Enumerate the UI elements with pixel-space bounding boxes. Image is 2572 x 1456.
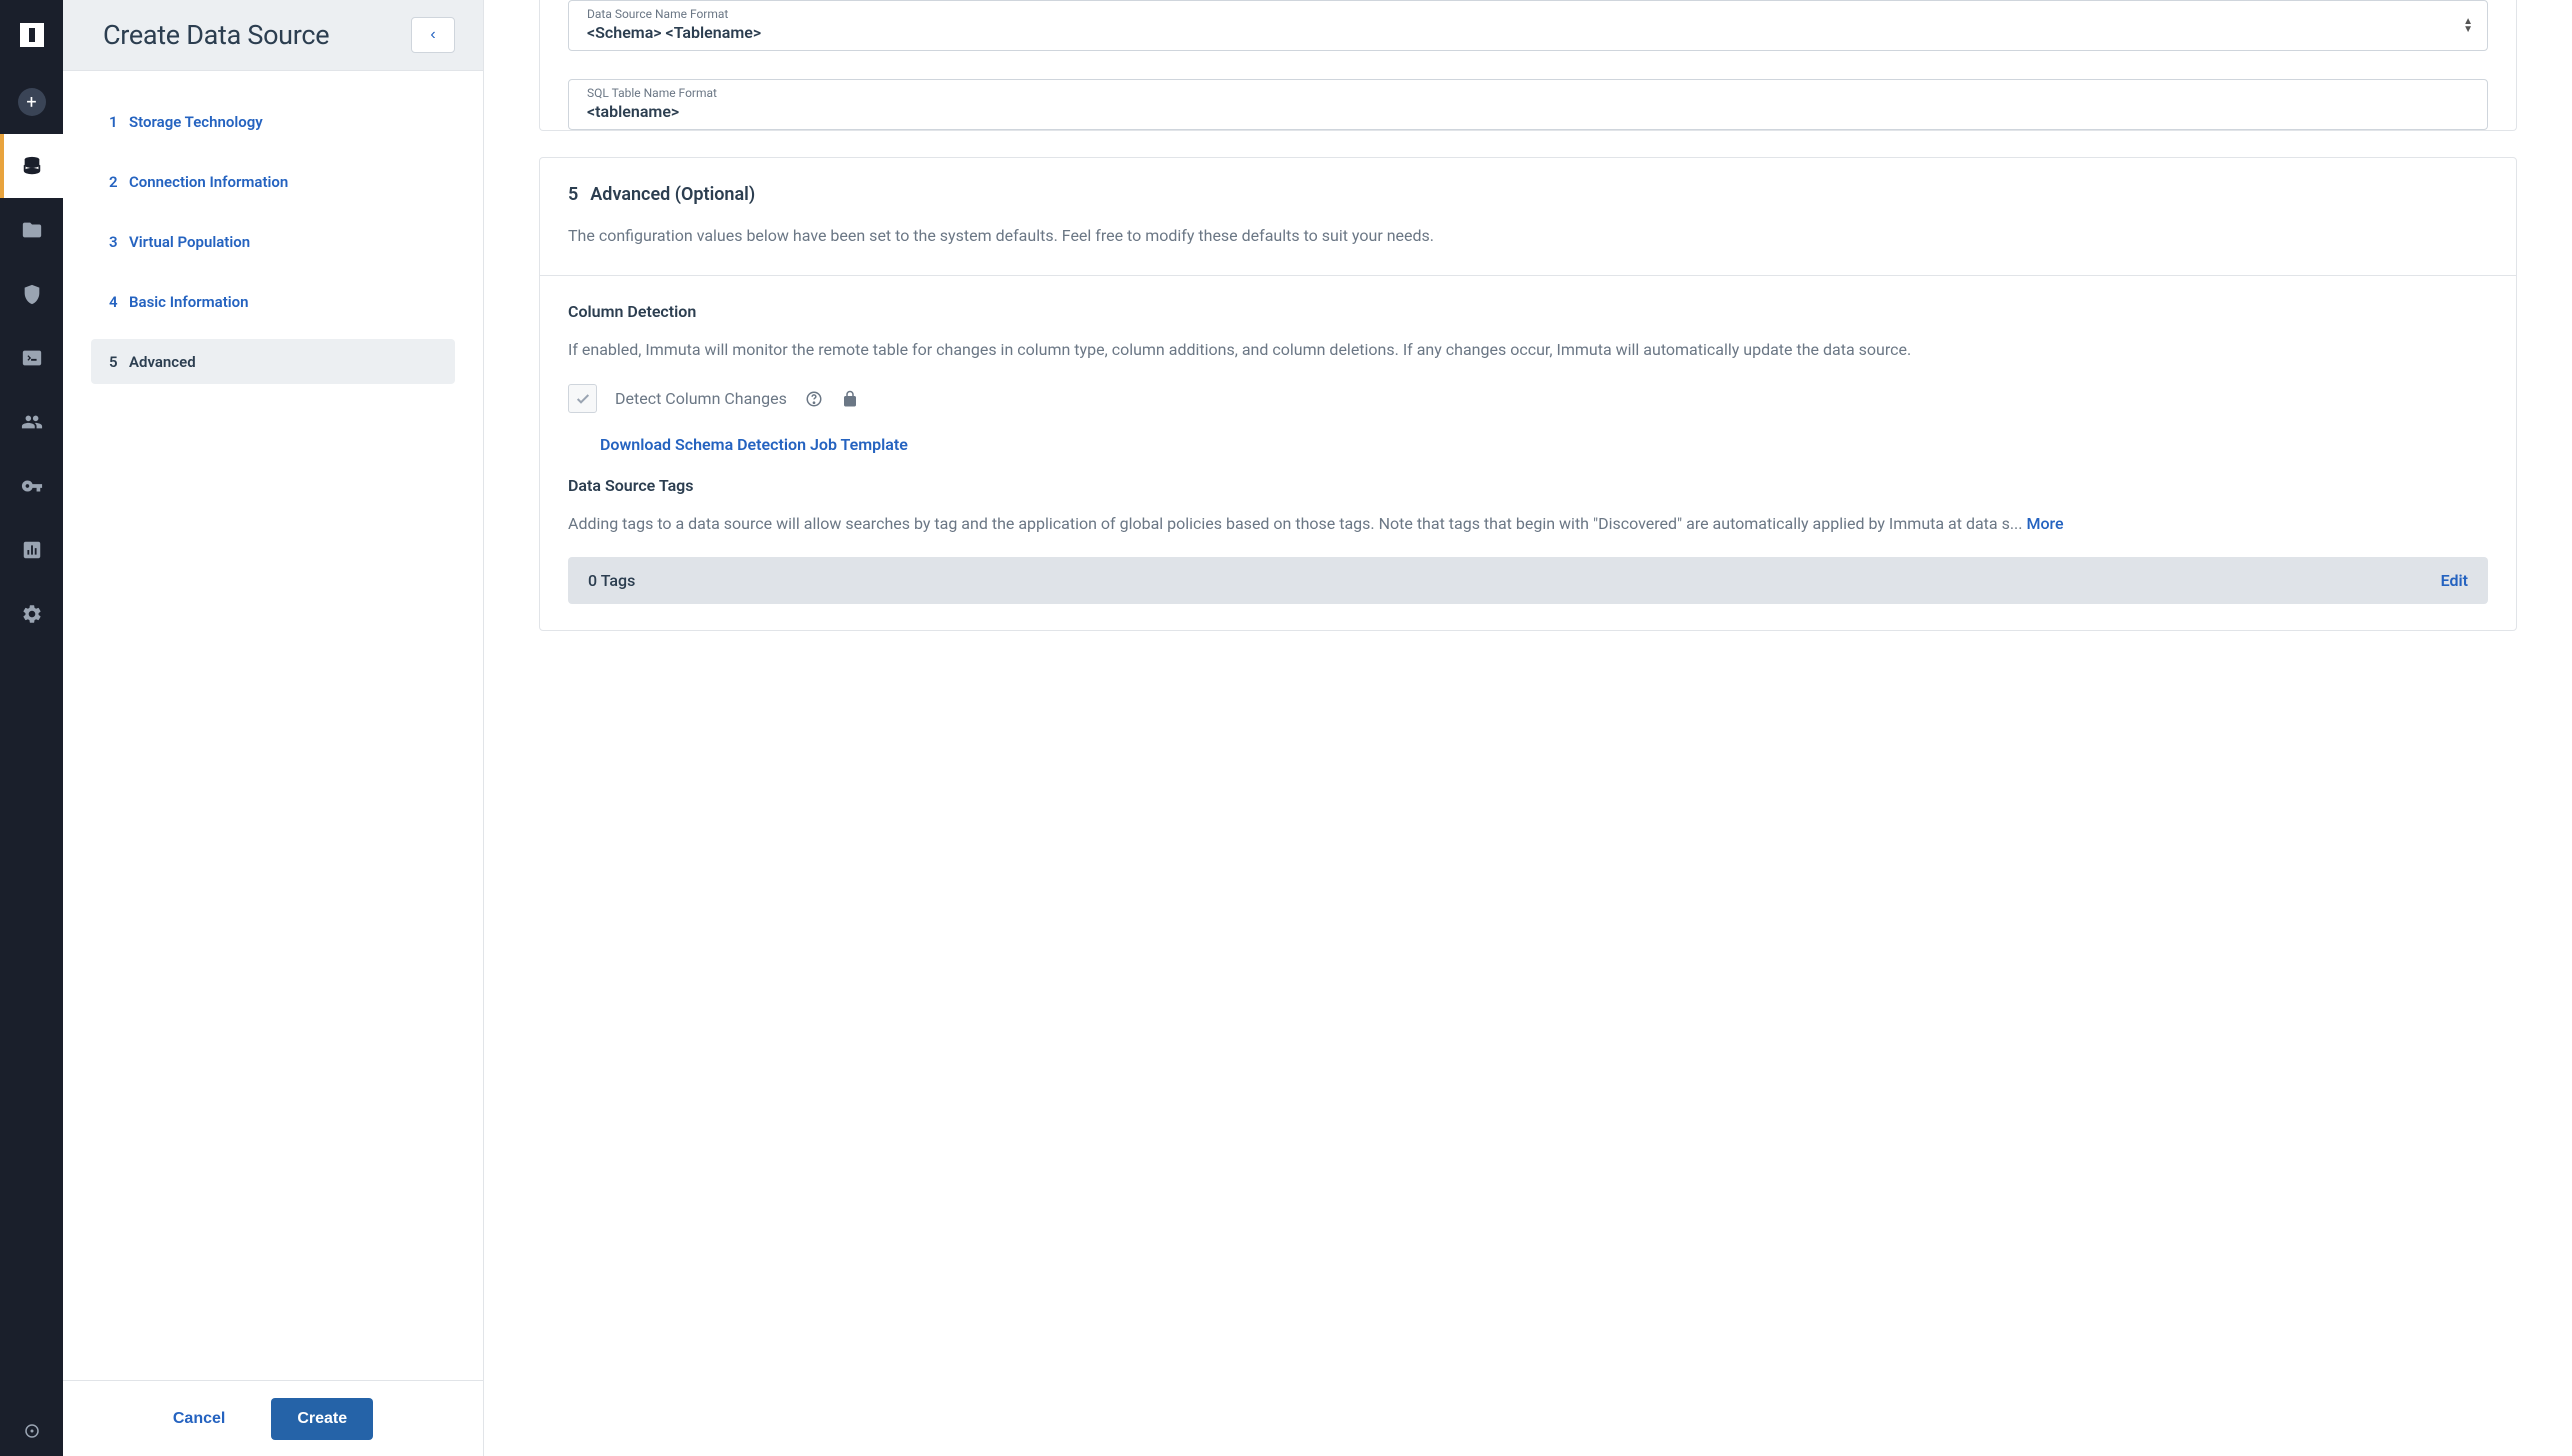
unfold-icon[interactable]: ▲▼ [2463, 18, 2473, 34]
step-label: Basic Information [129, 293, 249, 311]
tags-edit-link[interactable]: Edit [2441, 571, 2468, 590]
database-icon [21, 155, 43, 177]
tags-count: 0 Tags [588, 571, 635, 590]
step-number: 2 [109, 173, 129, 191]
collapse-sidebar-button[interactable]: ‹ [411, 17, 455, 53]
cancel-button[interactable]: Cancel [173, 1410, 225, 1428]
step-basic-information[interactable]: 4 Basic Information [91, 279, 455, 324]
users-icon [21, 411, 43, 433]
step-number: 1 [109, 113, 129, 131]
create-button[interactable]: Create [271, 1398, 373, 1440]
more-link[interactable]: More [2026, 514, 2063, 533]
step-virtual-population[interactable]: 3 Virtual Population [91, 219, 455, 264]
step-storage-technology[interactable]: 1 Storage Technology [91, 99, 455, 144]
plus-circle-icon: + [18, 88, 46, 116]
terminal-icon [21, 347, 43, 369]
app-logo[interactable] [0, 0, 63, 70]
step-number: 5 [109, 353, 129, 371]
nav-help[interactable] [0, 1406, 63, 1456]
section-description: The configuration values below have been… [568, 223, 2488, 249]
tags-row: 0 Tags Edit [568, 557, 2488, 604]
step-label: Advanced [129, 353, 196, 371]
field-label: SQL Table Name Format [587, 86, 2469, 100]
chevron-left-icon: ‹ [430, 26, 435, 44]
section-title: Advanced (Optional) [590, 184, 755, 205]
step-advanced[interactable]: 5 Advanced [91, 339, 455, 384]
report-icon [21, 539, 43, 561]
column-detection-description: If enabled, Immuta will monitor the remo… [568, 337, 2488, 363]
lock-icon [841, 390, 859, 408]
field-value: <Schema> <Tablename> [587, 23, 2469, 42]
check-icon [575, 391, 591, 407]
nav-projects[interactable] [0, 198, 63, 262]
nav-add[interactable]: + [0, 70, 63, 134]
key-icon [21, 475, 43, 497]
step-label: Virtual Population [129, 233, 250, 251]
step-label: Connection Information [129, 173, 288, 191]
help-circle-icon [23, 1422, 41, 1440]
nav-data-sources[interactable] [0, 134, 63, 198]
field-label: Data Source Name Format [587, 7, 2469, 21]
checkbox-label: Detect Column Changes [615, 389, 787, 408]
step-number: 4 [109, 293, 129, 311]
step-label: Storage Technology [129, 113, 263, 131]
sql-table-name-format-field[interactable]: SQL Table Name Format <tablename> [568, 79, 2488, 130]
data-source-name-format-field[interactable]: Data Source Name Format <Schema> <Tablen… [568, 0, 2488, 51]
nav-console[interactable] [0, 326, 63, 390]
download-schema-template-link[interactable]: Download Schema Detection Job Template [600, 435, 908, 454]
section-number: 5 [568, 184, 578, 205]
gear-icon [21, 603, 43, 625]
nav-policies[interactable] [0, 262, 63, 326]
nav-users[interactable] [0, 390, 63, 454]
detect-column-changes-checkbox[interactable] [568, 384, 597, 413]
column-detection-title: Column Detection [568, 302, 2488, 321]
page-title: Create Data Source [103, 19, 329, 51]
field-value: <tablename> [587, 102, 2469, 121]
data-source-tags-title: Data Source Tags [568, 476, 2488, 495]
nav-settings[interactable] [0, 582, 63, 646]
data-source-tags-description: Adding tags to a data source will allow … [568, 511, 2488, 537]
step-number: 3 [109, 233, 129, 251]
nav-reports[interactable] [0, 518, 63, 582]
help-icon[interactable] [805, 390, 823, 408]
shield-icon [21, 283, 43, 305]
step-connection-information[interactable]: 2 Connection Information [91, 159, 455, 204]
folder-icon [21, 219, 43, 241]
nav-keys[interactable] [0, 454, 63, 518]
